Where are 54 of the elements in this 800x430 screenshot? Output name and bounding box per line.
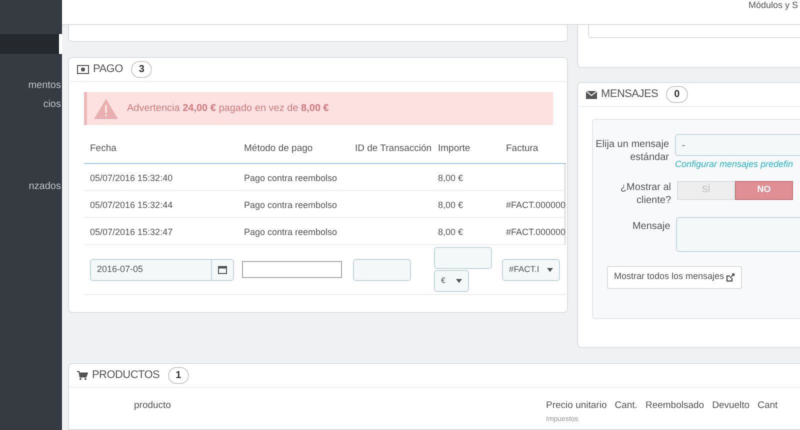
count-badge: 3 bbox=[130, 61, 152, 78]
calendar-icon bbox=[218, 265, 227, 274]
currency-select[interactable]: € bbox=[434, 270, 469, 292]
message-field[interactable] bbox=[676, 216, 800, 252]
column-header: Cant bbox=[758, 399, 778, 413]
table-cell: #FACT.000000 bbox=[506, 227, 566, 237]
date-field[interactable]: 2016-07-05 bbox=[90, 258, 234, 280]
card-title: PRODUCTOS bbox=[92, 368, 160, 384]
column-header: Método de pago bbox=[243, 142, 314, 156]
column-header: ID de Transacción bbox=[354, 142, 432, 156]
card-title: MENSAJES bbox=[601, 87, 658, 102]
transaction-id-field[interactable] bbox=[353, 258, 411, 280]
sidebar-active-item bbox=[0, 34, 62, 54]
count-badge: 0 bbox=[666, 86, 688, 103]
warning-icon bbox=[93, 98, 119, 120]
table-cell: Pago contra reembolso bbox=[244, 173, 338, 183]
field-label: Mensaje bbox=[631, 220, 672, 234]
table-cell: 8,00 € bbox=[438, 200, 464, 210]
count-badge: 1 bbox=[168, 367, 190, 384]
show-all-messages-button[interactable]: Mostrar todos los mensajes bbox=[607, 266, 742, 288]
table-cell: 05/07/2016 15:32:44 bbox=[90, 200, 173, 210]
table-cell: #FACT.000000 bbox=[506, 200, 566, 210]
column-header: Devuelto bbox=[712, 399, 750, 413]
table-cell: Pago contra reembolso bbox=[244, 200, 338, 210]
sidebar-item[interactable]: mentos bbox=[0, 76, 62, 95]
column-header: Cant. bbox=[614, 399, 638, 413]
sidebar-item[interactable]: cios bbox=[0, 95, 62, 114]
envelope-icon bbox=[586, 90, 597, 98]
caret-icon bbox=[547, 268, 553, 272]
external-link-icon bbox=[726, 272, 736, 282]
table-cell: 05/07/2016 15:32:40 bbox=[90, 173, 173, 183]
column-header: Factura bbox=[505, 142, 540, 156]
column-header: Importe bbox=[437, 142, 472, 156]
invoice-select[interactable]: #FACT.I bbox=[502, 258, 560, 280]
payment-method-field[interactable] bbox=[242, 261, 342, 278]
column-header: Fecha bbox=[89, 142, 118, 156]
table-cell: 05/07/2016 15:32:47 bbox=[90, 227, 173, 237]
sidebar-item[interactable]: nzados bbox=[0, 177, 62, 196]
message-select[interactable]: - bbox=[675, 134, 800, 156]
card-title: PAGO bbox=[93, 62, 123, 78]
table-cell: 8,00 € bbox=[438, 227, 464, 237]
table-cell: 8,00 € bbox=[438, 173, 464, 183]
field-label: ¿Mostrar al cliente? bbox=[619, 180, 672, 206]
caret-icon bbox=[456, 279, 462, 283]
table-cell: Pago contra reembolso bbox=[244, 227, 338, 237]
field-label: Elija un mensaje estándar bbox=[594, 138, 670, 165]
amount-field[interactable] bbox=[434, 247, 492, 269]
banknote-icon bbox=[77, 65, 89, 74]
menu-link[interactable]: Módulos y S bbox=[748, 0, 798, 10]
column-header: Precio unitario bbox=[546, 399, 607, 413]
warning-text: Advertencia 24,00 € pagado en vez de 8,00 € bbox=[127, 102, 329, 116]
cart-icon bbox=[77, 371, 88, 380]
column-header: Reembolsado bbox=[645, 399, 704, 413]
column-header: producto bbox=[134, 399, 172, 413]
